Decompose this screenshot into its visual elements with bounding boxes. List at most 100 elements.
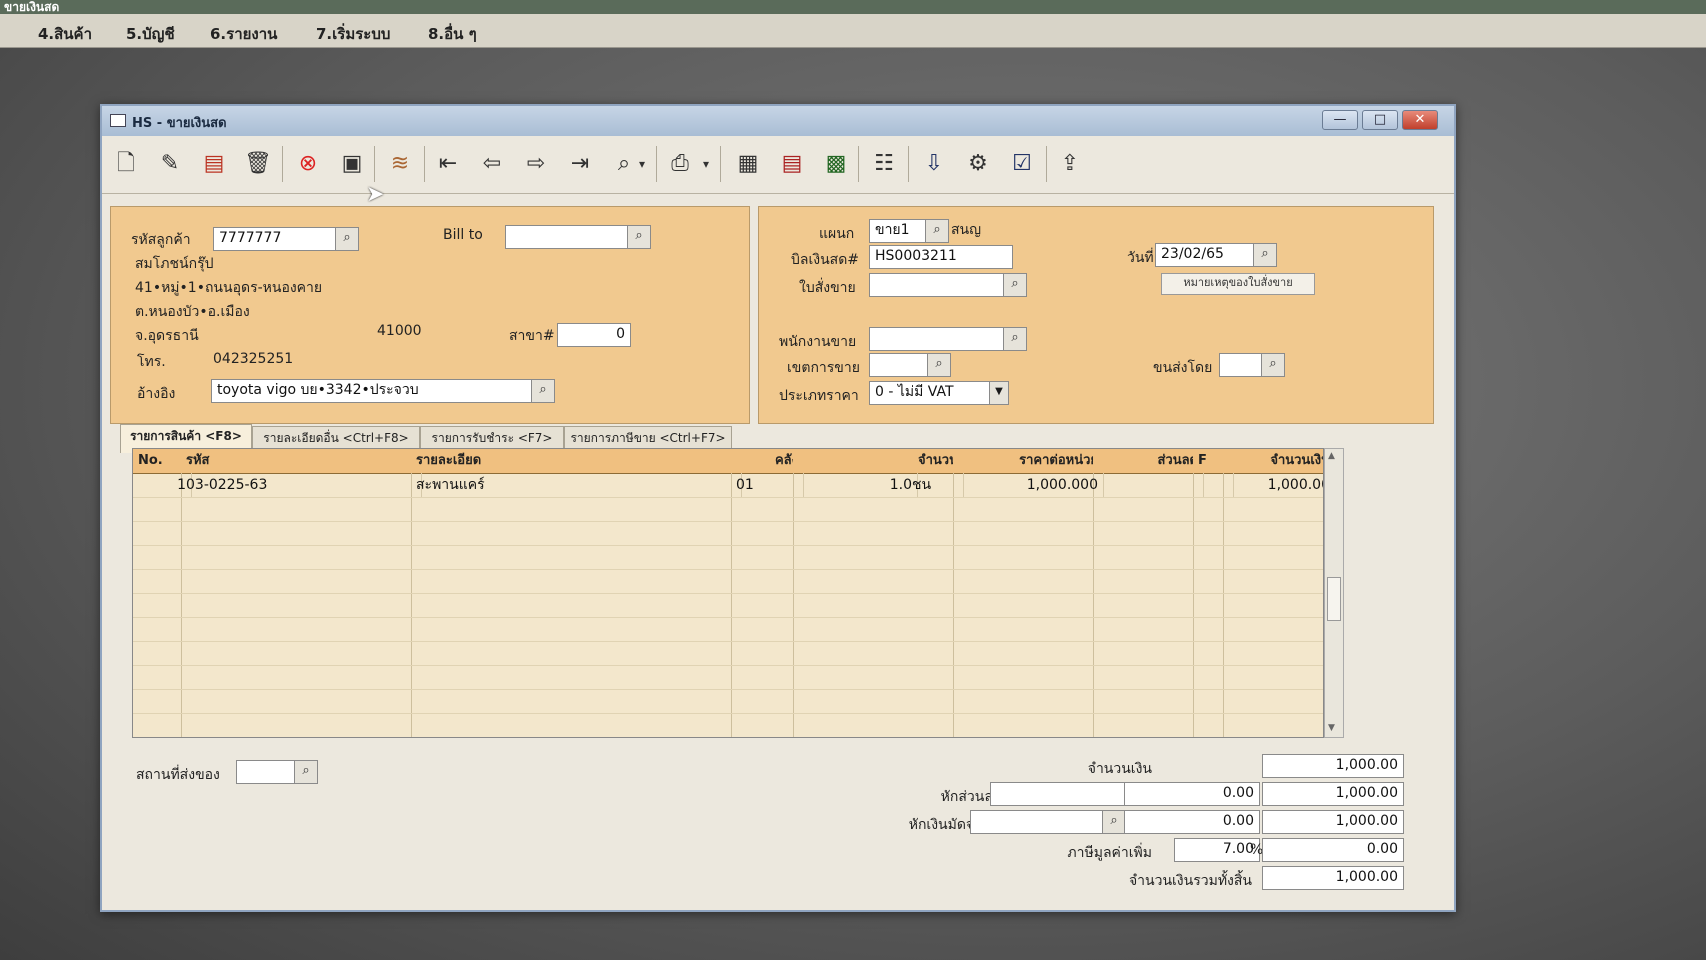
hold-icon[interactable]: ▦ xyxy=(732,148,764,180)
host-menu-bar: 4.สินค้า 5.บัญชี 6.รายงาน 7.เริ่มระบบ 8.… xyxy=(0,14,1706,48)
search-icon[interactable]: ⌕ xyxy=(927,353,951,377)
maximize-button[interactable]: □ xyxy=(1362,110,1398,130)
discount-code-field[interactable] xyxy=(990,782,1134,806)
menu-reports[interactable]: 6.รายงาน xyxy=(210,22,277,46)
price-type-label: ประเภทราคา xyxy=(779,388,859,404)
column-header-discount[interactable]: ส่วนลด xyxy=(1093,449,1204,474)
bill-to-field[interactable] xyxy=(505,225,637,249)
vat-rate-field[interactable]: 7.00 xyxy=(1174,838,1260,862)
row-quantity[interactable]: 1.0 xyxy=(793,473,918,497)
chevron-down-icon[interactable]: ▼ xyxy=(989,381,1009,405)
reference-label: อ้างอิง xyxy=(137,386,176,402)
delete-icon[interactable]: 🗑 xyxy=(242,148,274,180)
price-type-select[interactable]: 0 - ไม่มี VAT xyxy=(869,381,1001,405)
menu-other[interactable]: 8.อื่น ๆ xyxy=(428,22,477,46)
search-icon[interactable]: ⌕ xyxy=(925,219,949,243)
ok-icon[interactable]: ☑ xyxy=(1006,148,1038,180)
toolbar-separator xyxy=(374,146,375,182)
close-button[interactable]: ✕ xyxy=(1402,110,1438,130)
edit-icon[interactable]: ✎ xyxy=(154,148,186,180)
export-icon[interactable]: ⇪ xyxy=(1054,148,1086,180)
discount-value-field[interactable]: 0.00 xyxy=(1124,782,1260,806)
print-dropdown-icon[interactable]: ▾ xyxy=(698,148,714,180)
menu-accounts[interactable]: 5.บัญชี xyxy=(126,22,175,46)
column-header-quantity[interactable]: จำนวน xyxy=(793,449,964,474)
first-record-icon[interactable]: ⇤ xyxy=(432,148,464,180)
column-header-description[interactable]: รายละเอียด xyxy=(411,449,742,474)
search-icon[interactable]: ⌕ xyxy=(1003,327,1027,351)
search-icon[interactable]: ⌕ xyxy=(335,227,359,251)
customer-postcode: 41000 xyxy=(377,323,422,339)
calculator-icon[interactable]: ▩ xyxy=(820,148,852,180)
menu-products[interactable]: 4.สินค้า xyxy=(38,22,92,46)
window-title-bar[interactable]: HS - ขายเงินสด — □ ✕ xyxy=(102,106,1454,136)
customer-code-field[interactable]: 7777777 xyxy=(213,227,345,251)
date-field[interactable]: 23/02/65 xyxy=(1155,243,1263,267)
after-deposit-field: 1,000.00 xyxy=(1262,810,1404,834)
column-header-code[interactable]: รหัส xyxy=(181,449,422,474)
last-record-icon[interactable]: ⇥ xyxy=(564,148,596,180)
menu-setup[interactable]: 7.เริ่มระบบ xyxy=(316,22,390,46)
amount-label: จำนวนเงิน xyxy=(1087,761,1152,777)
close-icon[interactable]: ⊗ xyxy=(292,148,324,180)
search-icon[interactable]: ⌕ xyxy=(531,379,555,403)
row-divider xyxy=(133,641,1323,642)
toolbar-separator xyxy=(858,146,859,182)
row-unit-price[interactable]: 1,000.000 xyxy=(953,473,1104,497)
next-record-icon[interactable]: ⇨ xyxy=(520,148,552,180)
grand-total-field: 1,000.00 xyxy=(1262,866,1404,890)
row-code[interactable]: 03-0225-63 xyxy=(181,473,422,497)
column-header-amount[interactable]: จำนวนเงิน xyxy=(1223,449,1323,474)
report-icon[interactable]: ☷ xyxy=(868,148,900,180)
scroll-up-icon[interactable]: ▲ xyxy=(1328,451,1335,461)
toolbar-separator xyxy=(282,146,283,182)
column-header-unit-price[interactable]: ราคาต่อหน่วย xyxy=(953,449,1104,474)
approve-icon[interactable]: ⇩ xyxy=(918,148,950,180)
salesperson-field[interactable] xyxy=(869,327,1013,351)
column-divider xyxy=(1193,473,1194,737)
row-amount[interactable]: 1,000.00 xyxy=(1223,473,1323,497)
scroll-down-icon[interactable]: ▼ xyxy=(1328,723,1335,733)
row-description[interactable]: สะพานแคร์ xyxy=(411,473,742,497)
cancel-document-icon[interactable]: ▤ xyxy=(198,148,230,180)
settings-icon[interactable]: ⚙ xyxy=(962,148,994,180)
minimize-button[interactable]: — xyxy=(1322,110,1358,130)
cash-register-icon[interactable]: ▤ xyxy=(776,148,808,180)
column-divider xyxy=(793,473,794,737)
table-vertical-scrollbar[interactable]: ▲ ▼ xyxy=(1324,448,1344,738)
cash-sale-window: HS - ขายเงินสด — □ ✕ 🗋 ✎ ▤ 🗑 ⊗ ▣ ≋ ⇤ ⇦ ⇨… xyxy=(100,104,1456,912)
print-icon[interactable]: ⎙ xyxy=(664,148,696,180)
department-label: แผนก xyxy=(819,226,855,242)
scrollbar-thumb[interactable] xyxy=(1327,577,1341,621)
branch-field[interactable]: 0 xyxy=(557,323,631,347)
search-icon[interactable]: ⌕ xyxy=(1003,273,1027,297)
row-divider xyxy=(133,569,1323,570)
window-title: HS - ขายเงินสด xyxy=(132,116,227,131)
sales-order-note-button[interactable]: หมายเหตุของใบสั่งขาย xyxy=(1161,273,1315,295)
customer-code-label: รหัสลูกค้า xyxy=(131,232,191,248)
calendar-search-icon[interactable]: ⌕ xyxy=(1253,243,1277,267)
deposit-value-field[interactable]: 0.00 xyxy=(1124,810,1260,834)
search-icon[interactable]: ⌕ xyxy=(1102,810,1126,834)
new-document-icon[interactable]: 🗋 xyxy=(110,148,142,180)
sales-area-label: เขตการขาย xyxy=(787,360,860,376)
row-discount[interactable] xyxy=(1093,473,1204,497)
customer-name: สมโภชน์กรุ๊ป xyxy=(135,256,214,272)
cash-bill-field[interactable]: HS0003211 xyxy=(869,245,1013,269)
preview-dropdown-icon[interactable]: ▾ xyxy=(634,148,650,180)
sales-order-field[interactable] xyxy=(869,273,1013,297)
save-icon[interactable]: ▣ xyxy=(336,148,368,180)
search-icon[interactable]: ⌕ xyxy=(1261,353,1285,377)
customer-province: จ.อุดรธานี xyxy=(135,328,199,344)
department-name: สนญ xyxy=(951,222,982,238)
vat-amount-field: 0.00 xyxy=(1262,838,1404,862)
deposit-code-field[interactable] xyxy=(970,810,1114,834)
customer-address-line2: ต.หนองบัว•อ.เมือง xyxy=(135,304,250,320)
previous-record-icon[interactable]: ⇦ xyxy=(476,148,508,180)
search-icon[interactable]: ⌕ xyxy=(294,760,318,784)
reference-field[interactable]: toyota vigo บย•3342•ประจวบ xyxy=(211,379,541,403)
mouse-cursor-icon: ➤ xyxy=(366,182,385,207)
ship-to-label: สถานที่ส่งของ xyxy=(136,767,220,783)
books-icon[interactable]: ≋ xyxy=(384,148,416,180)
search-icon[interactable]: ⌕ xyxy=(627,225,651,249)
